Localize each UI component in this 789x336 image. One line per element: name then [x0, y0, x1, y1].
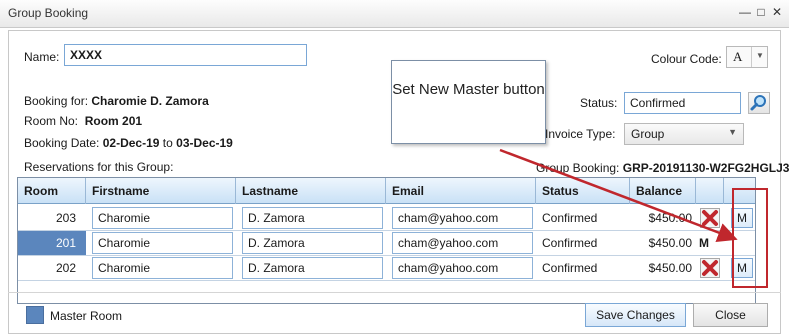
footer-divider — [8, 292, 781, 293]
master-room-legend-swatch — [26, 306, 44, 324]
highlight-box — [732, 188, 768, 288]
master-room-legend-label: Master Room — [50, 309, 123, 323]
annotation-arrow — [499, 148, 738, 243]
close-button[interactable]: Close — [693, 303, 768, 327]
callout-box: Set New Master button — [391, 60, 546, 144]
save-changes-button[interactable]: Save Changes — [585, 303, 686, 327]
